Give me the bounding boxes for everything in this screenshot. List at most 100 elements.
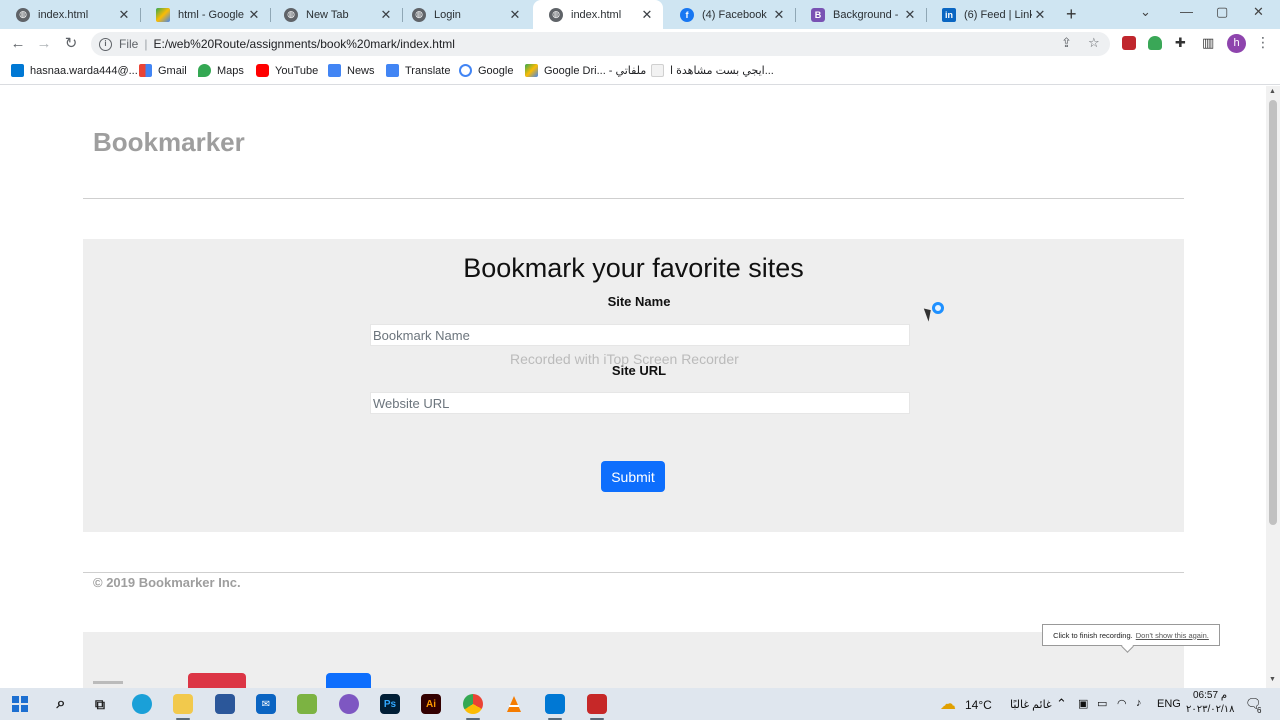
weather-description[interactable]: غائم غالبًا (1010, 698, 1052, 711)
wifi-icon[interactable]: ◠ (1117, 697, 1127, 710)
vlc-icon[interactable] (504, 694, 524, 714)
clock-time[interactable]: 06:57 م (1193, 690, 1227, 701)
close-icon[interactable]: ✕ (771, 7, 787, 23)
bookmark-google[interactable]: Google (459, 64, 513, 77)
illustrator-icon[interactable]: Ai (421, 694, 441, 714)
edge-icon[interactable] (132, 694, 152, 714)
profile-avatar[interactable]: h (1227, 34, 1246, 53)
linkedin-icon: in (942, 7, 956, 22)
scrollbar-thumb[interactable] (1269, 100, 1277, 525)
file-explorer-icon[interactable] (173, 694, 193, 714)
close-icon[interactable]: ✕ (507, 7, 523, 23)
tab-title: (6) Feed | LinkedIn (964, 8, 1032, 21)
app-icon[interactable] (339, 694, 359, 714)
tray-app-icon[interactable]: ▣ (1078, 697, 1088, 710)
bookmark-maps[interactable]: Maps (198, 64, 244, 77)
clock-date[interactable]: ٢٠٢٣/٠٢/١٨ (1186, 704, 1235, 715)
bookmark-label: Google Dri... - ملفاتي (544, 65, 647, 77)
visit-button[interactable] (326, 673, 371, 688)
chrome-icon[interactable] (463, 694, 483, 714)
info-icon[interactable]: i (99, 37, 112, 51)
battery-icon[interactable]: ▭ (1097, 697, 1107, 710)
store-icon[interactable] (215, 694, 235, 714)
close-icon[interactable]: ✕ (1032, 7, 1048, 23)
app-icon[interactable] (297, 694, 317, 714)
reload-icon[interactable]: ↻ (61, 34, 81, 54)
gmail-icon (139, 64, 152, 77)
menu-kebab-icon[interactable]: ⋮ (1256, 34, 1270, 51)
tab-linkedin[interactable]: in (6) Feed | LinkedIn ✕ (926, 0, 1056, 29)
delete-button[interactable] (188, 673, 246, 688)
tab-index-1[interactable]: ◍ index.html ✕ (0, 0, 140, 29)
bookmark-news[interactable]: News (328, 64, 375, 77)
tab-facebook[interactable]: f (4) Facebook ✕ (664, 0, 795, 29)
photoshop-icon[interactable]: Ps (380, 694, 400, 714)
bookmark-google-drive[interactable]: Google Dri... - ملفاتي (525, 64, 646, 77)
tab-google-drive[interactable]: html - Google Drive ✕ (140, 0, 270, 29)
tab-search-chevron-icon[interactable]: ⌄ (1140, 4, 1151, 20)
google-drive-icon (156, 7, 170, 22)
close-icon[interactable]: ✕ (116, 7, 132, 23)
tab-title: html - Google Drive (178, 8, 246, 21)
new-tab-plus-icon[interactable]: + (1066, 4, 1077, 25)
dont-show-again-link[interactable]: Don't show this again. (1136, 631, 1209, 640)
facebook-icon: f (680, 7, 694, 22)
brand-logo-text[interactable]: Bookmarker (93, 127, 245, 158)
site-name-input[interactable] (370, 324, 910, 346)
site-url-input[interactable] (370, 392, 910, 414)
form-heading: Bookmark your favorite sites (463, 253, 804, 283)
weather-temp[interactable]: 14°C (965, 698, 992, 712)
youtube-icon (256, 64, 269, 77)
bookmark-label: News (347, 64, 375, 77)
window-close-icon[interactable]: ✕ (1253, 4, 1264, 20)
outlook-icon (11, 64, 24, 77)
scroll-down-icon[interactable]: ▼ (1269, 676, 1276, 683)
language-indicator[interactable]: ENG (1157, 698, 1181, 710)
site-name-label: Site Name (607, 294, 671, 309)
close-icon[interactable]: ✕ (378, 7, 394, 23)
weather-cloud-icon[interactable]: ☁ (938, 694, 958, 714)
close-icon[interactable]: ✕ (902, 7, 918, 23)
tray-chevron-icon[interactable]: ⌃ (1056, 696, 1067, 712)
maximize-icon[interactable]: ▢ (1216, 4, 1228, 20)
shield-extension-icon[interactable] (1148, 36, 1162, 50)
scroll-up-icon[interactable]: ▲ (1269, 88, 1276, 95)
bookmark-outlook[interactable]: hasnaa.warda444@... (11, 64, 138, 77)
task-view-icon[interactable]: ⧉ (90, 694, 110, 714)
side-panel-icon[interactable]: ▥ (1202, 35, 1214, 51)
windows-start-icon[interactable] (10, 694, 30, 714)
globe-icon: ◍ (16, 7, 30, 22)
volume-icon[interactable]: ♪ (1136, 697, 1142, 709)
tab-title: index.html (571, 8, 622, 21)
back-arrow-icon[interactable]: ← (8, 34, 28, 54)
screen-recorder-icon[interactable] (587, 694, 607, 714)
address-url[interactable]: E:/web%20Route/assignments/book%20mark/i… (153, 37, 455, 51)
tab-login[interactable]: ◍ Login ✕ (396, 0, 531, 29)
notification-count: 6 (1257, 706, 1262, 715)
address-bar[interactable]: i File | E:/web%20Route/assignments/book… (91, 32, 1110, 56)
bookmark-youtube[interactable]: YouTube (256, 64, 318, 77)
minimize-icon[interactable]: — (1180, 4, 1193, 19)
tab-title: Login (434, 8, 461, 21)
recorder-tooltip: Click to finish recording. Don't show th… (1042, 624, 1220, 646)
bookmark-egybest[interactable]: ايجي بست مشاهدة ا... (651, 64, 774, 77)
forward-arrow-icon[interactable]: → (34, 34, 54, 54)
bookmark-translate[interactable]: Translate (386, 64, 450, 77)
mail-icon[interactable]: ✉ (256, 694, 276, 714)
submit-button[interactable]: Submit (601, 461, 665, 492)
close-icon[interactable]: ✕ (246, 7, 262, 23)
vscode-icon[interactable] (545, 694, 565, 714)
news-icon (328, 64, 341, 77)
close-icon[interactable]: ✕ (639, 7, 655, 23)
page-scrollbar[interactable]: ▲ ▼ (1266, 86, 1280, 688)
tab-new-tab[interactable]: ◍ New Tab ✕ (268, 0, 402, 29)
tab-index-active[interactable]: ◍ index.html ✕ (533, 0, 663, 29)
bookmark-gmail[interactable]: Gmail (139, 64, 187, 77)
star-bookmark-icon[interactable]: ☆ (1088, 35, 1100, 51)
tab-title: Background - Bootstrap (833, 8, 902, 21)
extensions-puzzle-icon[interactable]: ✚ (1175, 35, 1186, 51)
tab-bootstrap[interactable]: B Background - Bootstrap ✕ (795, 0, 926, 29)
share-icon[interactable]: ⇪ (1061, 35, 1072, 51)
ublock-extension-icon[interactable] (1122, 36, 1136, 50)
search-icon[interactable]: ⌕ (51, 694, 71, 714)
